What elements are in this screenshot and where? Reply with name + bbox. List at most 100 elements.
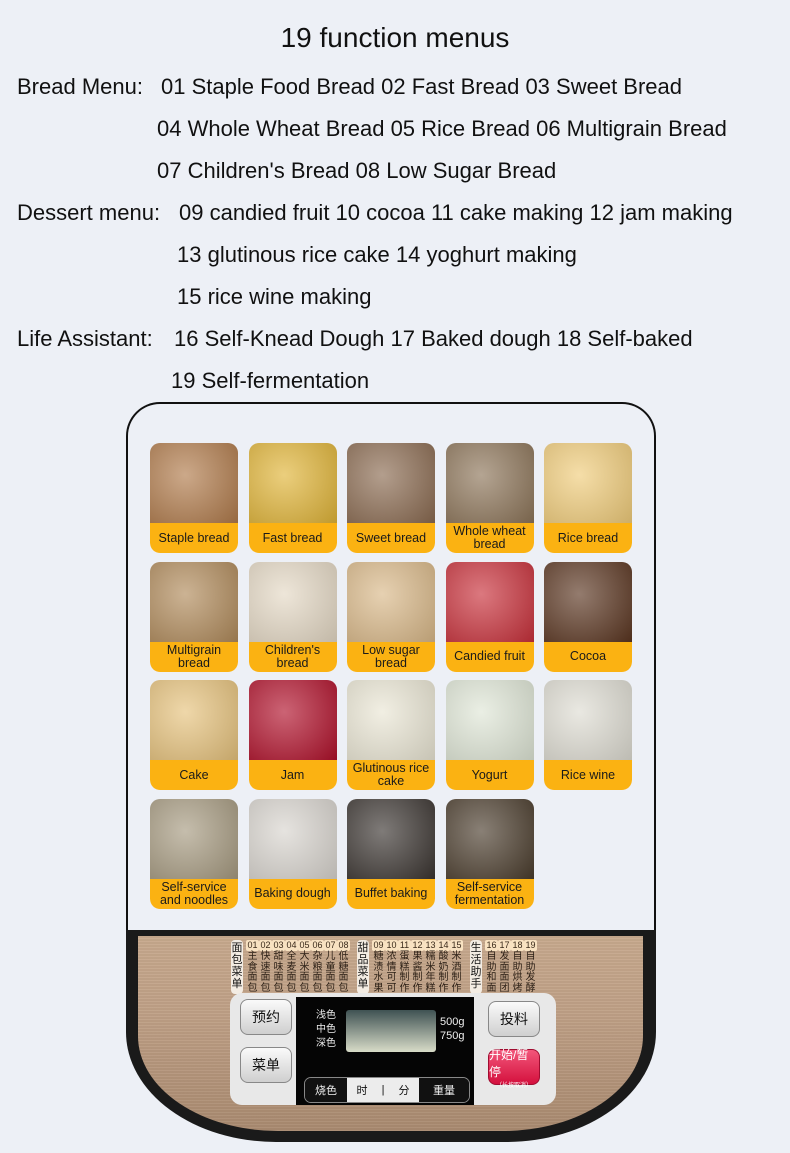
menu-tile[interactable]: Candied fruit [445,561,534,672]
menu-tile[interactable]: Yogurt [445,680,534,790]
dessert-menu-line-2: 13 glutinous rice cake 14 yoghurt making [177,242,577,267]
program-char: 水 [373,972,384,983]
program-char: 自 [512,951,523,962]
menu-tile-label: Staple bread [150,523,238,553]
program-number: 19 [524,940,537,951]
crust-dark-label: 深色 [316,1038,336,1049]
program-item: 14 酸奶制作 [437,940,450,994]
program-char: 可 [386,972,397,983]
program-item: 07 儿童面包 [324,940,337,994]
menu-tile-image [544,680,632,760]
menu-tile[interactable]: Whole wheat bread [445,443,534,553]
menu-tile[interactable]: Baking dough [248,798,337,909]
program-item: 13 糯米年糕 [424,940,437,994]
program-group-label: 面包菜单 [231,940,243,994]
lcd-display [346,1010,436,1052]
program-item: 19 自助发酵 [524,940,537,994]
program-item: 17 发面面团 [498,940,511,994]
menu-tile-label: Candied fruit [445,641,534,672]
program-char: 自 [525,951,536,962]
program-char: 甜 [273,951,284,962]
minute-button[interactable]: 分 [389,1078,419,1102]
weight-button[interactable]: 重量 [419,1078,469,1102]
program-char: 糖 [373,951,384,962]
start-pause-button[interactable]: 开始/暂停 （长按取消） [488,1048,540,1089]
program-char: 面 [286,972,297,983]
menu-tile-label: Rice wine [544,760,632,790]
start-pause-sublabel: （长按取消） [495,1082,532,1089]
program-char: 浓 [386,951,397,962]
menu-tile[interactable]: Buffet baking [347,798,435,909]
program-char: 米 [451,951,462,962]
menu-tile[interactable]: Children's bread [248,561,337,672]
menu-tile[interactable]: Cake [150,680,238,790]
program-char: 烘 [512,972,523,983]
program-item: 05 大米面包 [298,940,311,994]
dessert-menu-line-1: 09 candied fruit 10 cocoa 11 cake making… [179,200,733,225]
life-assistant-label: Life Assistant: [17,326,153,351]
menu-tile[interactable]: Multigrain bread [150,561,238,672]
dessert-menu-line-3: 15 rice wine making [177,284,372,309]
menu-tile[interactable]: Low sugar bread [347,561,435,672]
menu-tile-image [347,561,435,642]
program-number: 03 [272,940,285,951]
menu-tile[interactable]: Self-service fermentation [445,798,534,909]
menu-tile[interactable]: Glutinous rice cake [347,680,435,790]
program-number: 16 [485,940,498,951]
program-number: 18 [511,940,524,951]
hour-button[interactable]: 时 [347,1078,377,1102]
menu-tile-label: Self-service fermentation [445,878,534,909]
program-number: 12 [411,940,424,951]
program-item: 04 全麦面包 [285,940,298,994]
menu-tile-label: Buffet baking [347,878,435,909]
menu-tile[interactable]: Rice wine [544,680,632,790]
program-char: 面 [260,972,271,983]
program-char: 面 [499,972,510,983]
menu-tile-image [347,443,435,523]
menu-tile-image [544,561,632,642]
menu-tile-label: Low sugar bread [347,641,435,672]
menu-tile[interactable]: Jam [248,680,337,790]
program-item: 09 糖渍水果 [372,940,385,994]
program-number: 09 [372,940,385,951]
menu-tile-image [248,561,337,642]
program-item: 10 浓情可可 [385,940,398,994]
program-char: 面 [325,972,336,983]
menu-tile-label: Children's bread [248,641,337,672]
program-item: 06 杂粮面包 [311,940,324,994]
program-char: 糯 [425,951,436,962]
program-item: 02 快速面包 [259,940,272,994]
add-ingredients-button[interactable]: 投料 [488,1001,540,1037]
menu-tile-image [248,443,337,523]
program-char: 酸 [438,951,449,962]
program-char: 自 [486,951,497,962]
program-item: 08 低糖面包 [337,940,350,994]
program-char: 年 [425,972,436,983]
program-number: 08 [337,940,350,951]
dessert-menu-label: Dessert menu: [17,200,161,225]
program-number: 11 [398,940,411,951]
menu-tile-label: Cake [150,760,238,790]
menu-tile[interactable]: Self-service and noodles [150,798,238,909]
menu-tile[interactable]: Cocoa [544,561,632,672]
menu-tile[interactable]: Sweet bread [347,443,435,553]
menu-button[interactable]: 菜单 [240,1047,292,1083]
menu-tile-label: Self-service and noodles [150,878,238,909]
crust-color-button[interactable]: 烧色 [305,1078,347,1102]
menu-tile[interactable]: Fast bread [248,443,337,553]
weight-500-label: 500g [440,1016,465,1028]
program-item: 03 甜味面包 [272,940,285,994]
menu-tile[interactable]: Rice bread [544,443,632,553]
program-number: 06 [311,940,324,951]
program-number: 15 [450,940,463,951]
reserve-button[interactable]: 预约 [240,999,292,1035]
program-char: 制 [399,972,410,983]
program-char: 果 [412,951,423,962]
menu-tile[interactable]: Staple bread [150,443,238,553]
program-number: 04 [285,940,298,951]
program-number: 14 [437,940,450,951]
bread-menu-line-2: 04 Whole Wheat Bread 05 Rice Bread 06 Mu… [157,116,727,141]
menu-tile-image [248,798,337,879]
menu-tile-image [445,561,534,642]
menu-tile-label: Rice bread [544,523,632,553]
